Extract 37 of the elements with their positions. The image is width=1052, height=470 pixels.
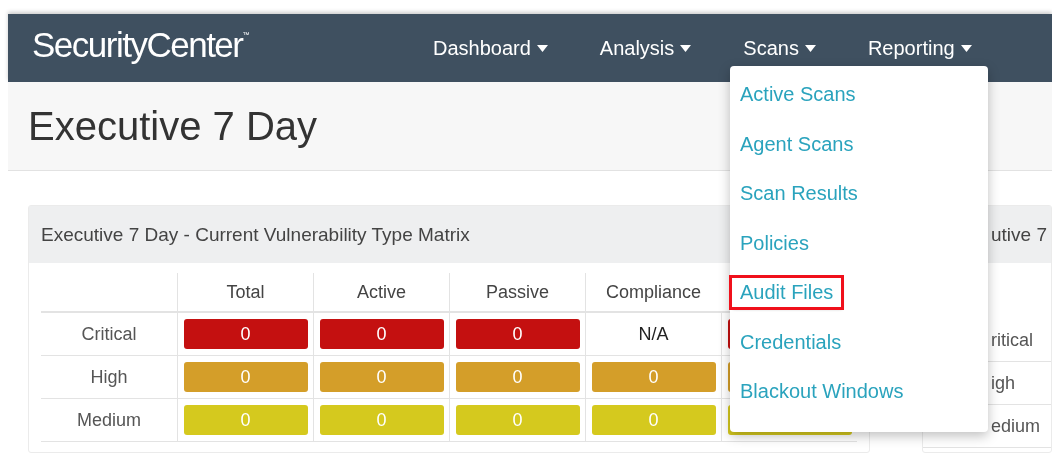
menu-item[interactable]: Credentials xyxy=(732,327,850,357)
caret-icon xyxy=(804,44,816,52)
column-header: Compliance xyxy=(585,273,721,313)
count-bar[interactable]: 0 xyxy=(183,362,308,392)
menu-item[interactable]: Audit Files xyxy=(732,278,842,307)
count-bar[interactable]: 0 xyxy=(319,362,444,392)
menu-item[interactable]: Blackout Windows xyxy=(732,377,912,406)
caret-icon xyxy=(960,44,972,52)
nav-menu[interactable]: Dashboard xyxy=(402,14,569,82)
column-header: Active xyxy=(313,273,449,313)
page-title: Executive 7 Day xyxy=(28,103,318,149)
row-label: High xyxy=(41,356,177,399)
nav-menu[interactable]: Scans xyxy=(712,14,837,82)
count-bar[interactable]: 0 xyxy=(455,405,580,435)
column-header: Total xyxy=(177,273,313,313)
caret-icon xyxy=(680,44,692,52)
menu-item[interactable]: Agent Scans xyxy=(732,129,862,159)
caret-icon xyxy=(536,44,548,52)
count-bar[interactable]: 0 xyxy=(455,319,580,349)
nav-menu[interactable]: Reporting xyxy=(836,14,993,82)
panel-title: utive 7 xyxy=(991,223,1047,246)
menu-item[interactable]: Policies xyxy=(732,228,817,258)
count-bar[interactable]: 0 xyxy=(319,405,444,435)
panel-title: Executive 7 Day - Current Vulnerability Type Matrix xyxy=(41,223,470,246)
row-label: Medium xyxy=(41,399,177,442)
count-bar[interactable]: 0 xyxy=(183,319,308,349)
nav-menu[interactable]: Analysis xyxy=(568,14,713,82)
menu-item[interactable]: Active Scans xyxy=(732,80,864,109)
row-label: Critical xyxy=(41,313,177,356)
count-bar[interactable]: 0 xyxy=(183,405,308,435)
menu-item[interactable]: Scan Results xyxy=(732,179,866,208)
count-bar[interactable]: 0 xyxy=(591,405,716,435)
count-bar[interactable]: 0 xyxy=(455,362,580,392)
count-bar[interactable]: 0 xyxy=(591,362,716,392)
count-bar[interactable]: 0 xyxy=(319,319,444,349)
column-header: Passive xyxy=(449,273,585,313)
table-cell: N/A xyxy=(638,323,669,345)
